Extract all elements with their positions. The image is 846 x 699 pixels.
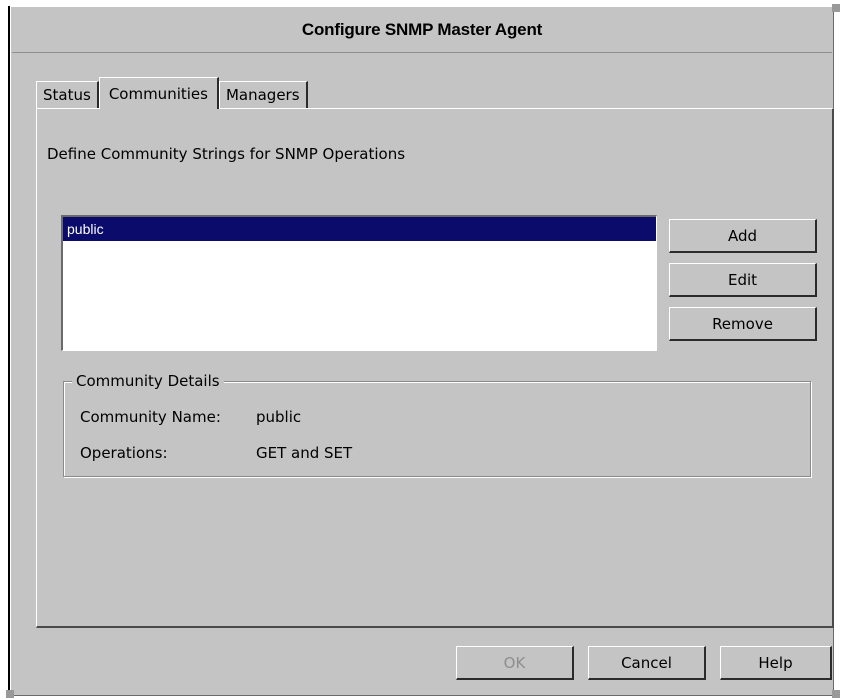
edit-button[interactable]: Edit (669, 263, 817, 297)
community-name-label: Community Name: (80, 408, 221, 426)
list-item-public[interactable]: public (63, 217, 656, 241)
communities-panel: Define Community Strings for SNMP Operat… (36, 108, 834, 628)
dialog-window: Configure SNMP Master Agent Status Commu… (6, 4, 840, 698)
ok-button[interactable]: OK (456, 646, 574, 680)
title-bar[interactable]: Configure SNMP Master Agent (12, 8, 832, 53)
resize-corner-bottom-right[interactable] (832, 690, 840, 698)
tab-communities[interactable]: Communities (98, 77, 219, 109)
community-name-value: public (256, 408, 302, 426)
tab-bar: Status Communities Managers (36, 76, 308, 109)
help-button[interactable]: Help (720, 646, 832, 680)
operations-label: Operations: (80, 444, 168, 462)
community-list[interactable]: public (61, 215, 657, 351)
resize-corner-bottom-left[interactable] (6, 690, 14, 698)
add-button[interactable]: Add (669, 219, 817, 253)
cancel-button[interactable]: Cancel (588, 646, 706, 680)
tab-status[interactable]: Status (36, 81, 99, 108)
remove-button[interactable]: Remove (669, 307, 817, 341)
dialog-title: Configure SNMP Master Agent (301, 20, 543, 39)
resize-corner-top-right[interactable] (832, 4, 840, 12)
operations-value: GET and SET (256, 444, 353, 462)
tab-managers[interactable]: Managers (218, 81, 308, 108)
community-details-group: Community Details Community Name: public… (63, 372, 811, 477)
community-details-label: Community Details (72, 372, 224, 390)
panel-description: Define Community Strings for SNMP Operat… (47, 145, 406, 163)
